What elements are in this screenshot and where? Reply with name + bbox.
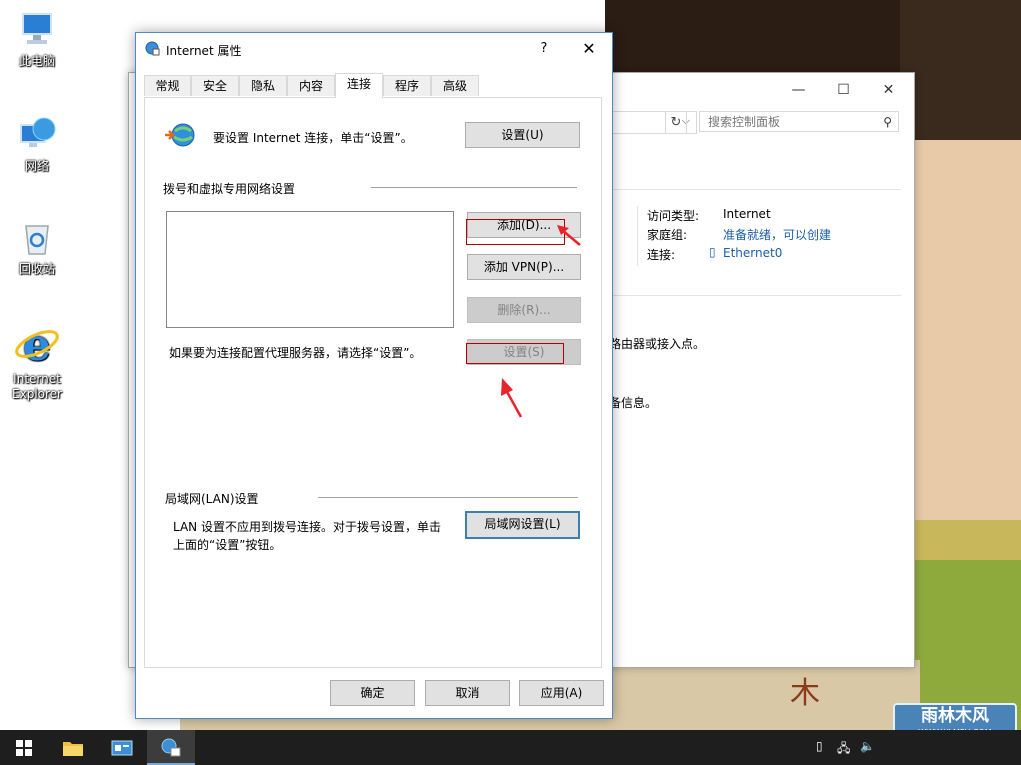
lan-description-line1: LAN 设置不应用到拨号连接。对于拨号设置，单击 [173,520,441,534]
lan-description-line2: 上面的“设置”按钮。 [173,538,282,552]
tab-programs[interactable]: 程序 [383,75,431,96]
refresh-icon[interactable]: ↻ [665,111,687,134]
search-icon[interactable]: ⚲ [883,112,892,133]
desktop-icon-recycle-bin[interactable]: 回收站 [5,218,69,277]
wallpaper-logo: 木 [790,668,910,714]
desktop-icon-label: 此电脑 [18,54,55,68]
annotation-arrow-icon [557,225,581,246]
volume-icon[interactable]: 🔈 [860,739,875,753]
tab-advanced[interactable]: 高级 [431,75,479,96]
maximize-button[interactable]: ☐ [821,79,866,101]
annotation-arrow-icon [501,378,523,418]
file-explorer-taskbar-button[interactable] [49,730,97,765]
setup-instruction: 要设置 Internet 连接，单击“设置”。 [213,131,413,145]
tab-privacy[interactable]: 隐私 [239,75,287,96]
desktop-icon-label: 网络 [24,159,49,173]
connection-label: 连接: [647,248,676,262]
internet-options-icon [161,738,181,756]
connections-listbox[interactable] [166,211,454,328]
ethernet-icon: ▯ [709,245,716,259]
homegroup-label: 家庭组: [647,228,688,242]
wallpaper-logo-text: 木 [790,676,820,711]
divider [609,189,901,190]
proxy-instruction: 如果要为连接配置代理服务器，请选择“设置”。 [169,346,422,360]
cancel-button[interactable]: 取消 [425,680,510,706]
desktop-icon-label: Internet Explorer [12,372,62,401]
annotation-highlight [466,219,565,245]
control-panel-icon [111,740,133,755]
remove-button[interactable]: 删除(R)... [467,297,581,323]
search-input[interactable]: 搜索控制面板 ⚲ [699,111,899,132]
control-panel-taskbar-button[interactable] [98,730,146,765]
group-divider [371,187,577,188]
access-type-label: 访问类型: [647,209,700,223]
lan-group-title: 局域网(LAN)设置 [165,492,259,506]
annotation-highlight [466,343,564,364]
search-placeholder: 搜索控制面板 [708,115,781,129]
internet-options-icon [145,41,160,56]
usb-icon[interactable]: ▯ [816,739,823,753]
taskbar: ▯ 🖧 🔈 [0,730,1021,765]
access-type-value: Internet [723,207,771,221]
svg-text:e: e [23,320,51,368]
homegroup-link[interactable]: 准备就绪，可以创建 [723,226,831,243]
recycle-bin-icon [17,218,57,258]
tab-security[interactable]: 安全 [191,75,239,96]
computer-icon [17,10,57,50]
close-button[interactable]: ✕ [866,79,911,101]
divider [609,295,901,296]
network-icon [17,115,57,155]
add-vpn-button[interactable]: 添加 VPN(P)... [467,254,581,280]
apply-button[interactable]: 应用(A) [519,680,604,706]
lan-settings-button[interactable]: 局域网设置(L) [465,511,580,539]
close-button[interactable]: ✕ [574,37,604,61]
internet-options-taskbar-button[interactable] [147,730,195,765]
globe-network-icon [163,121,197,151]
connection-link[interactable]: Ethernet0 [723,246,782,260]
minimize-button[interactable]: — [776,79,821,101]
ok-button[interactable]: 确定 [330,680,415,706]
divider [637,206,638,266]
desktop-icon-network[interactable]: 网络 [5,115,69,174]
partial-text: 备信息。 [609,396,658,410]
group-divider [318,497,578,498]
desktop-icon-label: 回收站 [18,262,55,276]
network-tray-icon[interactable]: 🖧 [837,739,850,760]
dialog-title: Internet 属性 [166,44,242,58]
windows-logo-icon [16,739,32,756]
help-button[interactable]: ? [531,37,557,61]
tab-general[interactable]: 常规 [144,75,191,96]
start-button[interactable] [0,730,48,765]
internet-explorer-icon: e [13,320,61,371]
wallpaper-hair-right [900,0,1021,150]
tab-content[interactable]: 内容 [287,75,335,96]
partial-text: 路由器或接入点。 [609,337,706,351]
setup-button[interactable]: 设置(U) [465,122,580,148]
dialup-group-title: 拨号和虚拟专用网络设置 [163,182,296,196]
internet-properties-dialog[interactable]: Internet 属性 ? ✕ 常规 安全 隐私 内容 连接 程序 高级 要设置… [135,32,613,719]
watermark-title: 雨林木风 [921,706,989,726]
folder-icon [63,741,83,756]
tab-connections[interactable]: 连接 [335,73,383,98]
desktop-icon-internet-explorer[interactable]: e Internet Explorer [5,320,69,402]
desktop-icon-this-pc[interactable]: 此电脑 [5,10,69,69]
